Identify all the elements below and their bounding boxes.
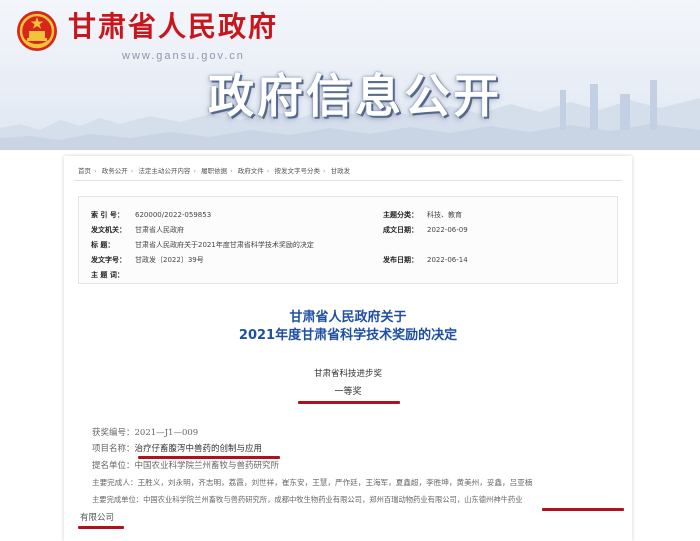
main-organizations: 主要完成单位：中国农业科学院兰州畜牧与兽药研究所，成都中牧生物药业有限公司，郑州… [92, 493, 523, 507]
meta-label: 主题分类： [383, 211, 418, 219]
breadcrumb-item[interactable]: 按发文字号分类 [274, 167, 320, 175]
meta-keywords: 主 题 词： [91, 269, 135, 282]
breadcrumb: 首页 › 政务公开 › 法定主动公开内容 › 履职依据 › 政府文件 › 按发文字号分类 ›… [78, 164, 618, 178]
site-banner: 甘肃省人民政府 www.gansu.gov.cn 政府信息公开 [0, 0, 700, 150]
project-name: 项目名称：治疗仔畜腹泻中兽药的创制与应用 [92, 442, 262, 456]
site-url[interactable]: www.gansu.gov.cn [122, 50, 245, 62]
breadcrumb-item[interactable]: 法定主动公开内容 [138, 167, 190, 175]
meta-label: 标 题： [91, 241, 115, 249]
meta-label: 发文机关： [91, 226, 126, 234]
nominator-label: 提名单位： [92, 461, 135, 471]
breadcrumb-item[interactable]: 政府文件 [238, 167, 264, 175]
breadcrumb-separator: › [130, 167, 134, 175]
document-title-line1: 甘肃省人民政府关于 [289, 310, 407, 325]
breadcrumb-separator: › [193, 167, 196, 175]
meta-label: 成文日期： [383, 226, 418, 234]
main-organizations-value: 中国农业科学院兰州畜牧与兽药研究所，成都中牧生物药业有限公司，郑州百瑞动物药业有… [143, 495, 523, 504]
nominator: 提名单位：中国农业科学院兰州畜牧与兽药研究所 [92, 459, 279, 473]
award-number: 获奖编号：2021—J1—009 [92, 426, 198, 440]
highlight-underline [298, 401, 400, 404]
highlight-underline [542, 508, 624, 511]
award-name: 甘肃省科技进步奖 [313, 369, 382, 379]
meta-label: 主 题 词： [91, 271, 124, 279]
document-metadata: 索 引 号： 620000/2022-059853 主题分类： 科技、教育 发文机关… [78, 196, 618, 284]
meta-index: 索 引 号： 620000/2022-059853 [91, 209, 211, 222]
meta-publish: 发布日期： 2022-06-14 [383, 254, 468, 267]
national-emblem-icon [16, 10, 58, 52]
main-contributors: 主要完成人：王胜义，刘永明，齐志明，荔霞，刘世祥，崔东安，王慧，严作廷，王海军，… [92, 476, 532, 490]
meta-label: 发文字号： [91, 256, 126, 264]
document-title-line2: 2021年度甘肃省科学技术奖励的决定 [238, 328, 458, 343]
meta-value: 甘政发〔2022〕39号 [135, 256, 204, 264]
breadcrumb-item[interactable]: 首页 [78, 167, 91, 175]
nominator-value: 中国农业科学院兰州畜牧与兽药研究所 [134, 461, 280, 471]
main-contributors-label: 主要完成人： [92, 478, 138, 487]
main-organizations-continued: 有限公司 [80, 513, 115, 523]
project-name-value: 治疗仔畜腹泻中兽药的创制与应用 [134, 444, 263, 454]
meta-value: 620000/2022-059853 [135, 211, 212, 219]
award-grade: 一等奖 [334, 387, 362, 397]
breadcrumb-separator: › [266, 167, 270, 175]
meta-label: 发布日期： [383, 256, 418, 264]
award-number-label: 获奖编号： [92, 428, 135, 438]
meta-value: 甘肃省人民政府关于2021年度甘肃省科学技术奖励的决定 [135, 241, 314, 249]
meta-value: 甘肃省人民政府 [135, 226, 184, 234]
meta-label: 索 引 号： [91, 211, 124, 219]
breadcrumb-separator: › [322, 167, 326, 175]
meta-docno: 发文字号： 甘政发〔2022〕39号 [91, 254, 204, 267]
award-number-value: 2021—J1—009 [134, 428, 199, 438]
main-contributors-value: 王胜义，刘永明，齐志明，荔霞，刘世祥，崔东安，王慧，严作廷，王海军，夏鑫超，李胜… [137, 478, 533, 487]
meta-date: 成文日期： 2022-06-09 [383, 224, 468, 237]
breadcrumb-separator: › [230, 167, 233, 175]
project-name-label: 项目名称： [92, 444, 135, 454]
meta-topic: 主题分类： 科技、教育 [383, 209, 462, 222]
highlight-underline [78, 526, 124, 529]
meta-issuer: 发文机关： 甘肃省人民政府 [91, 224, 184, 237]
divider [74, 180, 622, 181]
meta-value: 科技、教育 [427, 211, 462, 219]
meta-title: 标 题： 甘肃省人民政府关于2021年度甘肃省科学技术奖励的决定 [91, 239, 314, 252]
breadcrumb-item[interactable]: 履职依据 [201, 167, 227, 175]
site-title[interactable]: 甘肃省人民政府 [68, 10, 278, 44]
breadcrumb-item[interactable]: 政务公开 [102, 167, 128, 175]
meta-value: 2022-06-14 [427, 256, 468, 264]
main-organizations-label: 主要完成单位： [92, 495, 144, 504]
breadcrumb-separator: › [94, 167, 97, 175]
document-card: 首页 › 政务公开 › 法定主动公开内容 › 履职依据 › 政府文件 › 按发文字号分类 ›… [64, 156, 632, 541]
banner-title: 政府信息公开 [208, 69, 502, 123]
breadcrumb-item[interactable]: 甘政发 [331, 167, 351, 175]
meta-value: 2022-06-09 [427, 226, 468, 234]
